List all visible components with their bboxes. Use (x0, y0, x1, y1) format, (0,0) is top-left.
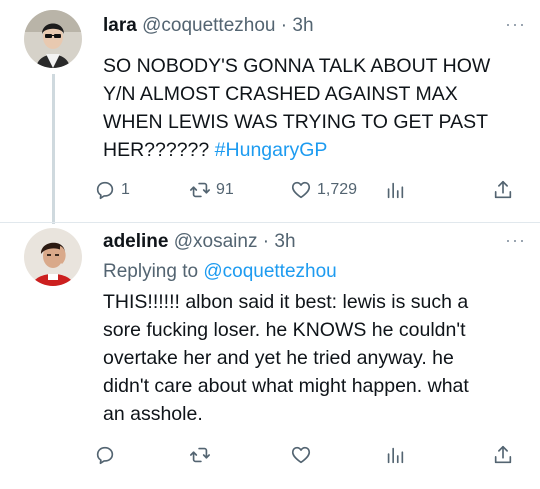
thread-line (52, 74, 55, 224)
more-icon[interactable]: ··· (505, 14, 526, 35)
tweet-header: lara @coquettezhou · 3h (103, 14, 314, 38)
share-button[interactable] (492, 441, 514, 469)
like-button[interactable]: 1,729 (290, 176, 357, 204)
views-button[interactable] (384, 441, 406, 469)
reply-icon (96, 446, 114, 465)
tweet-header: adeline @xosainz · 3h (103, 230, 296, 254)
like-icon (291, 181, 311, 199)
separator: · (280, 15, 288, 36)
tweet-text: THIS!!!!!! albon said it best: lewis is … (103, 288, 523, 428)
more-icon[interactable]: ··· (505, 230, 526, 251)
reply-button[interactable]: 1 (94, 176, 130, 204)
tweet-text-line: sore fucking loser. he KNOWS he couldn't (103, 319, 466, 341)
reply-button[interactable] (94, 441, 116, 469)
retweet-icon (190, 447, 210, 463)
like-count: 1,729 (317, 181, 358, 198)
tweet-text-line: HER?????? #HungaryGP (103, 136, 523, 164)
tweet-text-fragment: HER?????? (103, 139, 215, 161)
retweet-count: 91 (216, 181, 234, 198)
avatar-adeline[interactable] (24, 228, 82, 286)
tweet-adeline[interactable]: adeline @xosainz · 3h ··· Replying to @c… (0, 222, 540, 489)
views-icon (387, 182, 404, 199)
timestamp[interactable]: 3h (292, 15, 313, 36)
tweet-text-line: didn't care about what might happen. wha… (103, 375, 469, 397)
tweet-actions (94, 441, 524, 471)
user-handle[interactable]: @coquettezhou (142, 15, 275, 36)
replying-to: Replying to @coquettezhou (103, 260, 337, 284)
replying-to-handle[interactable]: @coquettezhou (203, 261, 336, 282)
user-handle[interactable]: @xosainz (174, 231, 258, 252)
like-icon (291, 446, 311, 464)
tweet-text-line: WHEN LEWIS WAS TRYING TO GET PAST (103, 111, 489, 133)
avatar-lara[interactable] (24, 10, 82, 68)
like-button[interactable] (290, 441, 312, 469)
retweet-icon (190, 182, 210, 198)
replying-to-label: Replying to (103, 261, 204, 282)
reply-count: 1 (121, 181, 130, 198)
retweet-button[interactable]: 91 (189, 176, 234, 204)
display-name[interactable]: adeline (103, 231, 168, 252)
views-icon (387, 447, 404, 464)
hashtag-link[interactable]: #HungaryGP (215, 139, 328, 161)
tweet-text-line: Y/N ALMOST CRASHED AGAINST MAX (103, 83, 458, 105)
tweet-text-line: an asshole. (103, 403, 203, 425)
share-button[interactable] (492, 176, 514, 204)
reply-icon (96, 181, 114, 200)
tweet-text-line: THIS!!!!!! albon said it best: lewis is … (103, 291, 469, 313)
views-button[interactable] (384, 176, 406, 204)
tweet-text: SO NOBODY'S GONNA TALK ABOUT HOW Y/N ALM… (103, 52, 523, 164)
retweet-button[interactable] (189, 441, 211, 469)
display-name[interactable]: lara (103, 15, 137, 36)
tweet-text-line: overtake her and yet he tried anyway. he (103, 347, 454, 369)
tweet-text-line: SO NOBODY'S GONNA TALK ABOUT HOW (103, 55, 491, 77)
timestamp[interactable]: 3h (274, 231, 295, 252)
share-icon (494, 180, 512, 199)
share-icon (494, 445, 512, 464)
tweet-lara[interactable]: lara @coquettezhou · 3h ··· SO NOBODY'S … (0, 0, 540, 224)
separator: · (262, 231, 270, 252)
tweet-actions: 1 91 1,729 (94, 176, 524, 206)
